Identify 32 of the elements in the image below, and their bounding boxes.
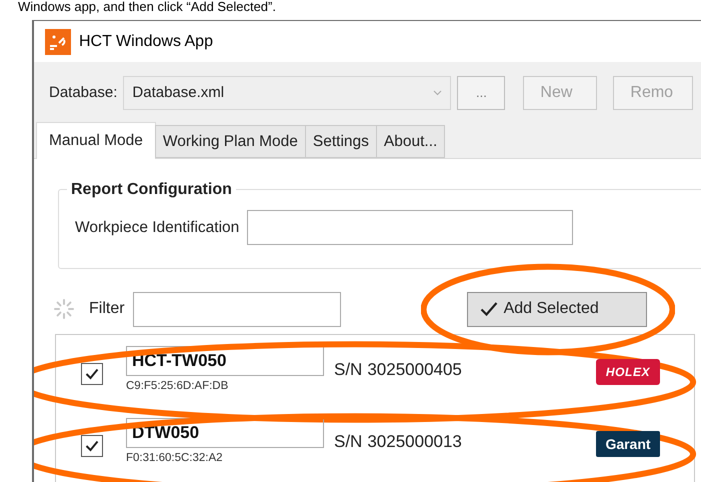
chevron-down-icon	[433, 90, 442, 96]
tab[interactable]: Manual Mode	[36, 122, 156, 159]
serial-label: S/N	[334, 359, 362, 381]
input-field[interactable]	[247, 210, 574, 245]
tab[interactable]: About...	[376, 125, 446, 158]
tab[interactable]: Settings	[304, 125, 377, 158]
check-icon	[85, 440, 99, 452]
filter-field[interactable]	[132, 292, 341, 326]
filter-label: Filter	[89, 299, 125, 319]
app-icon	[45, 28, 71, 54]
field-label: Workpiece Identification	[75, 218, 240, 238]
mac-address: C9:F5:25:6D:AF:DB	[126, 379, 230, 394]
serial-number: 3025000013	[367, 431, 462, 453]
brand-logo: HOLEX	[596, 359, 660, 385]
tab[interactable]: Working Plan Mode	[154, 125, 306, 158]
brand-logo: Garant	[596, 431, 660, 457]
checkbox[interactable]	[81, 363, 103, 385]
instruction-text: Windows app, and then click “Add Selected”.	[18, 0, 276, 14]
device-name-field[interactable]: DTW050	[126, 418, 324, 448]
add-selected-button[interactable]: Add Selected	[466, 292, 647, 326]
mac-address: F0:31:60:5C:32:A2	[126, 451, 224, 466]
serial-number: 3025000405	[367, 359, 462, 381]
check-icon	[85, 368, 99, 380]
loading-spinner-icon	[53, 298, 75, 320]
database-label: Database:	[49, 82, 118, 103]
browse-button[interactable]: ...	[457, 76, 506, 110]
window-title: HCT Windows App	[79, 32, 213, 52]
serial-label: S/N	[334, 431, 362, 453]
device-name-field[interactable]: HCT-TW050	[126, 346, 324, 376]
database-dropdown[interactable]: Database.xml	[123, 76, 452, 110]
checkmark-icon	[480, 301, 498, 317]
checkbox[interactable]	[81, 435, 103, 457]
